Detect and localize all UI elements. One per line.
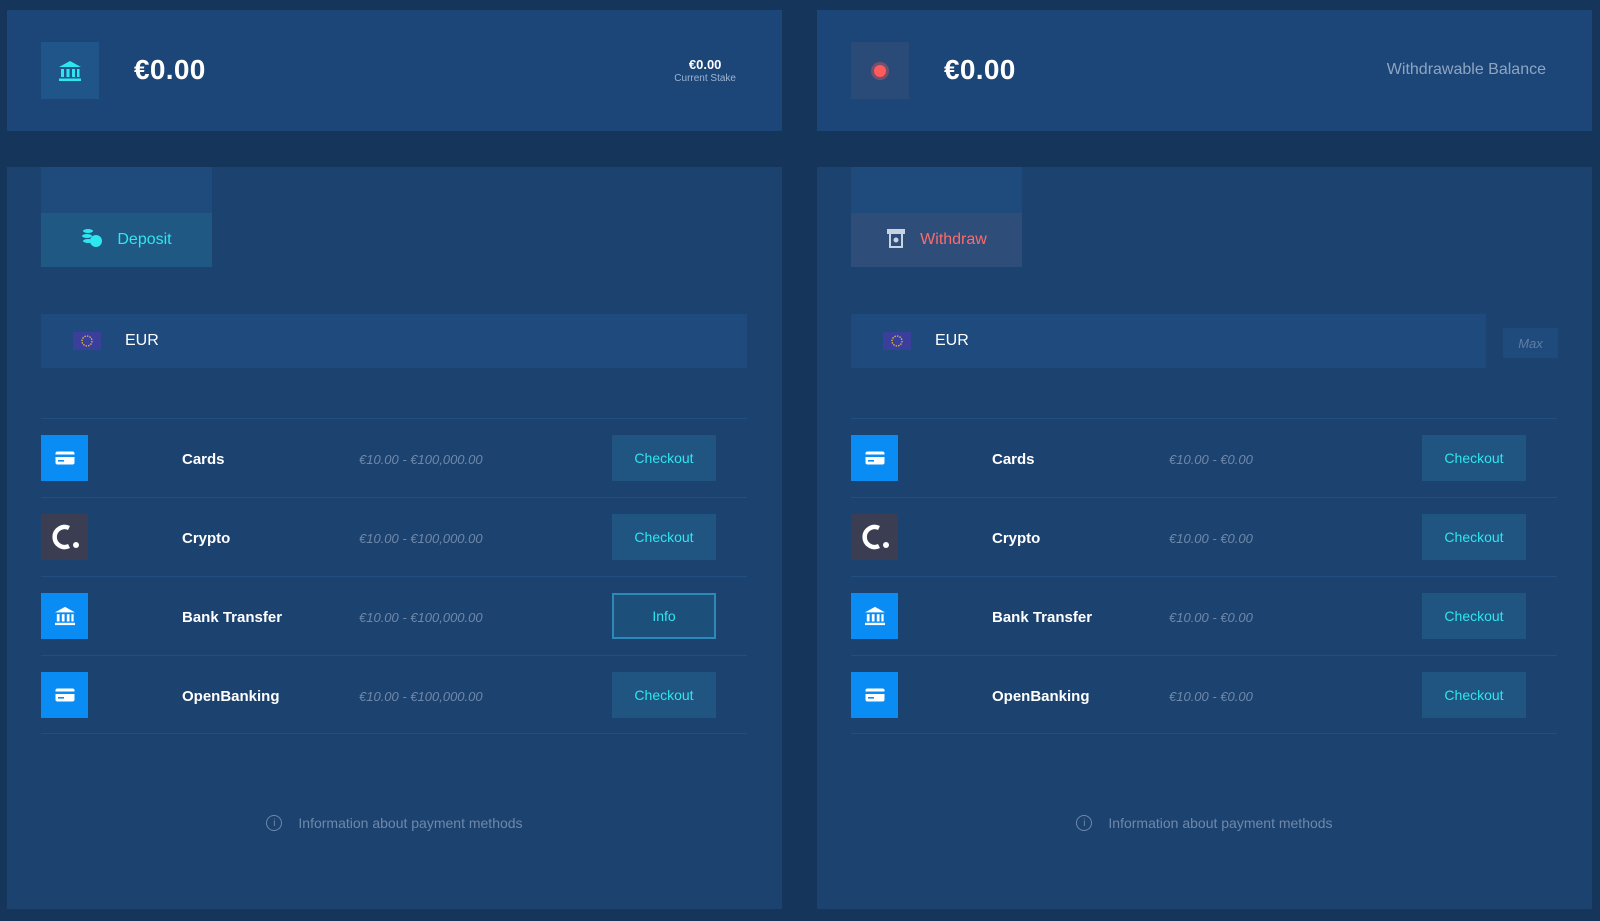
payment-info-link[interactable]: i Information about payment methods xyxy=(817,815,1592,831)
method-name: Bank Transfer xyxy=(992,609,1093,626)
withdraw-balance-card: €0.00 Withdrawable Balance xyxy=(817,10,1592,131)
list-item: OpenBanking €10.00 - €0.00 Checkout xyxy=(851,655,1557,734)
current-stake-value: €0.00 xyxy=(688,57,722,72)
checkout-button[interactable]: Checkout xyxy=(612,672,716,718)
deposit-balance-amount: €0.00 xyxy=(134,54,206,85)
card-icon xyxy=(851,672,898,718)
tab-withdraw-label: Withdraw xyxy=(920,231,987,248)
method-name: Crypto xyxy=(182,530,231,547)
tab-withdraw[interactable]: Withdraw xyxy=(851,213,1022,267)
withdraw-panel: Withdraw EUR Max Cards €10.00 - €0.00 Ch… xyxy=(817,167,1592,909)
tab-deposit[interactable]: Deposit xyxy=(41,213,212,267)
coins-icon xyxy=(81,228,103,253)
deposit-panel: Deposit EUR Cards €10.00 - €100,000.00 C… xyxy=(7,167,782,909)
eu-flag-icon xyxy=(73,332,101,350)
max-button[interactable]: Max xyxy=(1503,328,1558,358)
deposit-balance-card: €0.00 €0.00 Current Stake xyxy=(7,10,782,131)
list-item: Crypto €10.00 - €100,000.00 Checkout xyxy=(41,497,747,576)
eu-flag-icon xyxy=(883,332,911,350)
method-range: €10.00 - €0.00 xyxy=(1169,452,1253,467)
checkout-button[interactable]: Checkout xyxy=(1422,435,1526,481)
card-icon xyxy=(851,435,898,481)
info-icon: i xyxy=(1076,815,1093,831)
checkout-button[interactable]: Checkout xyxy=(1422,672,1526,718)
current-stake: €0.00 Current Stake xyxy=(674,57,736,84)
record-dot-icon xyxy=(851,42,909,99)
info-icon: i xyxy=(266,815,283,831)
currency-label: EUR xyxy=(935,332,969,349)
withdraw-methods-list: Cards €10.00 - €0.00 Checkout Crypto €10… xyxy=(851,418,1557,734)
deposit-methods-list: Cards €10.00 - €100,000.00 Checkout Cryp… xyxy=(41,418,747,734)
tab-deposit-label: Deposit xyxy=(117,231,172,248)
crypto-c-icon xyxy=(41,514,88,560)
method-range: €10.00 - €100,000.00 xyxy=(359,689,483,704)
currency-label: EUR xyxy=(125,332,159,349)
info-button[interactable]: Info xyxy=(612,593,716,639)
payment-info-text: Information about payment methods xyxy=(298,815,523,831)
tab-top-strip xyxy=(851,167,1022,213)
list-item: Cards €10.00 - €0.00 Checkout xyxy=(851,418,1557,497)
method-range: €10.00 - €0.00 xyxy=(1169,531,1253,546)
checkout-button[interactable]: Checkout xyxy=(612,514,716,560)
method-range: €10.00 - €0.00 xyxy=(1169,610,1253,625)
list-item: Bank Transfer €10.00 - €100,000.00 Info xyxy=(41,576,747,655)
method-name: Crypto xyxy=(992,530,1041,547)
card-icon xyxy=(41,435,88,481)
list-item: Bank Transfer €10.00 - €0.00 Checkout xyxy=(851,576,1557,655)
withdrawable-balance-label: Withdrawable Balance xyxy=(1386,61,1546,78)
bank-icon xyxy=(41,42,99,99)
currency-selector[interactable]: EUR xyxy=(851,314,1486,368)
currency-selector[interactable]: EUR xyxy=(41,314,747,368)
payment-info-text: Information about payment methods xyxy=(1108,815,1333,831)
tab-top-strip xyxy=(41,167,212,213)
list-item: OpenBanking €10.00 - €100,000.00 Checkou… xyxy=(41,655,747,734)
withdraw-balance-amount: €0.00 xyxy=(944,54,1016,85)
method-range: €10.00 - €100,000.00 xyxy=(359,531,483,546)
crypto-c-icon xyxy=(851,514,898,560)
list-item: Cards €10.00 - €100,000.00 Checkout xyxy=(41,418,747,497)
bank-icon xyxy=(41,593,88,639)
method-range: €10.00 - €0.00 xyxy=(1169,689,1253,704)
card-icon xyxy=(41,672,88,718)
bank-icon xyxy=(851,593,898,639)
method-name: OpenBanking xyxy=(992,688,1090,705)
method-name: OpenBanking xyxy=(182,688,280,705)
list-item: Crypto €10.00 - €0.00 Checkout xyxy=(851,497,1557,576)
checkout-button[interactable]: Checkout xyxy=(612,435,716,481)
atm-icon xyxy=(886,228,906,253)
method-name: Bank Transfer xyxy=(182,609,283,626)
method-range: €10.00 - €100,000.00 xyxy=(359,452,483,467)
payment-info-link[interactable]: i Information about payment methods xyxy=(7,815,782,831)
current-stake-label: Current Stake xyxy=(674,73,736,84)
checkout-button[interactable]: Checkout xyxy=(1422,514,1526,560)
method-name: Cards xyxy=(182,451,225,468)
method-name: Cards xyxy=(992,451,1035,468)
checkout-button[interactable]: Checkout xyxy=(1422,593,1526,639)
method-range: €10.00 - €100,000.00 xyxy=(359,610,483,625)
